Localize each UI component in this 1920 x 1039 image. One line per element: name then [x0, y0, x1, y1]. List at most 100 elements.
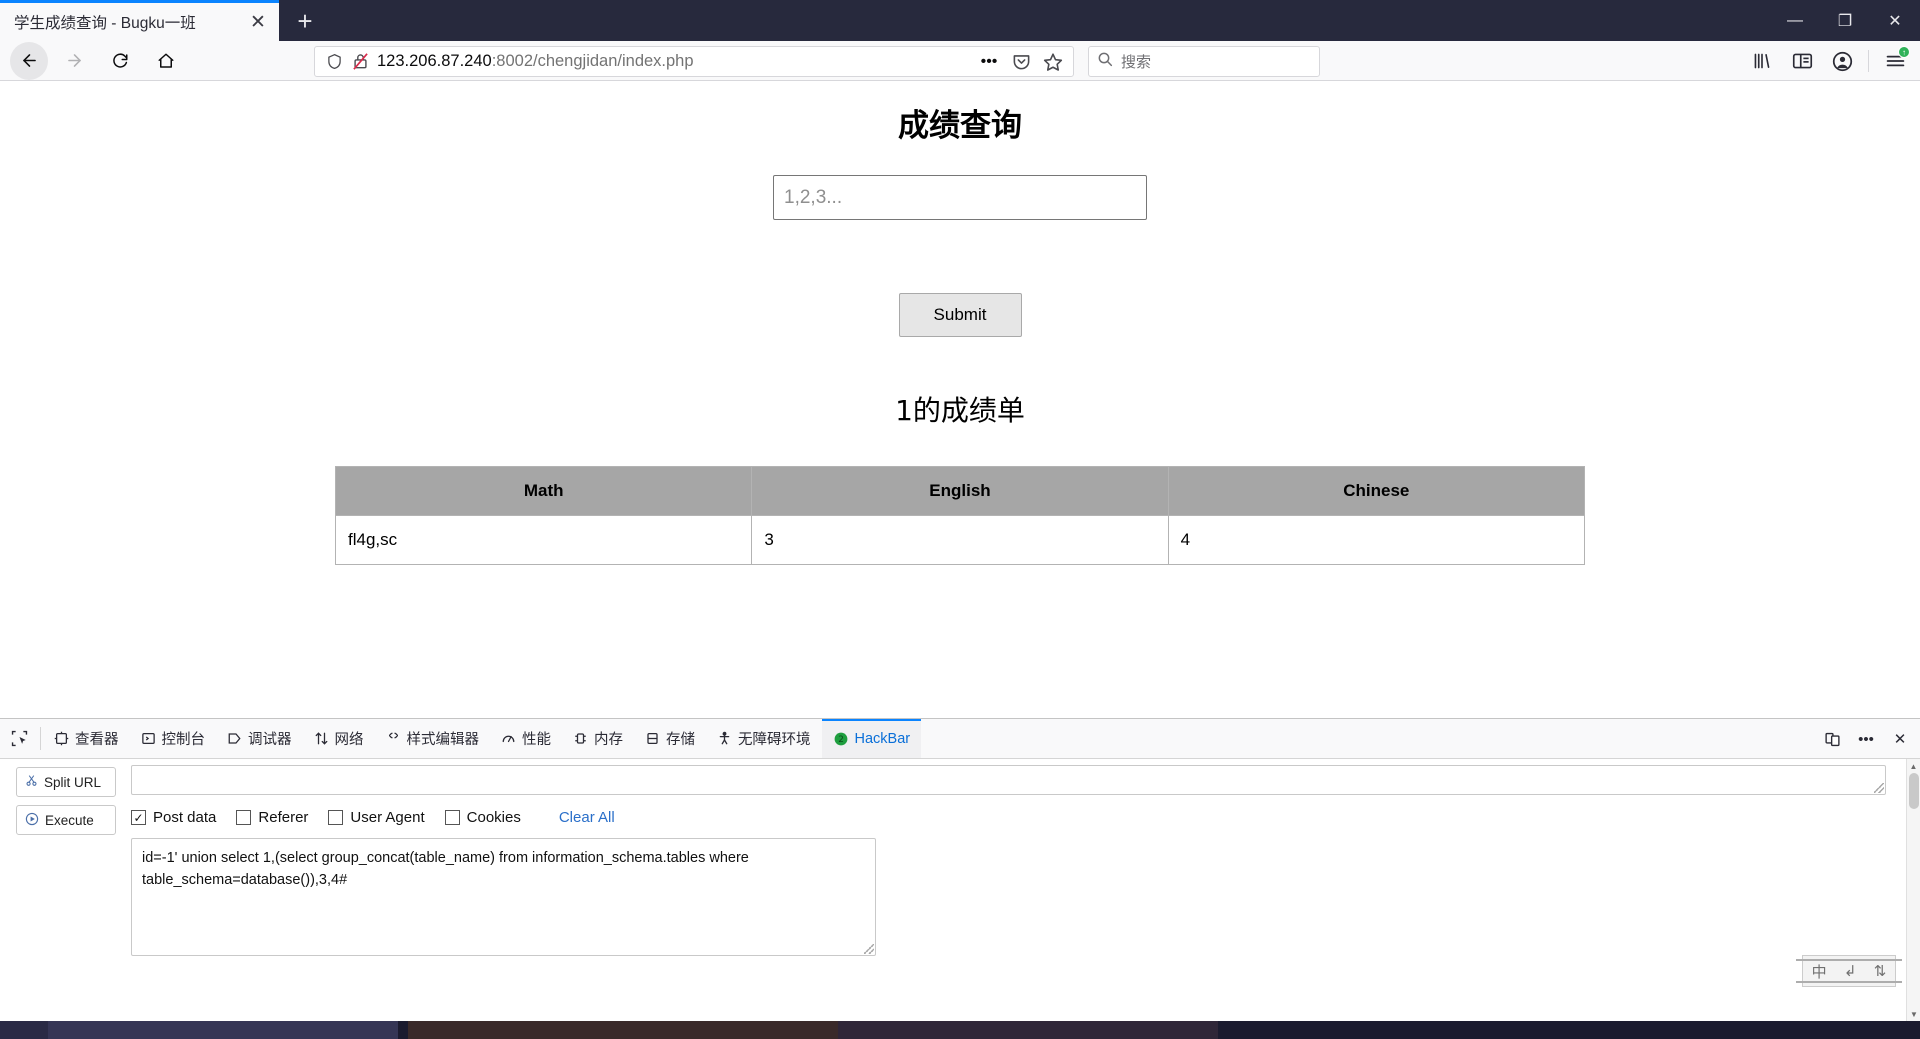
url-bar[interactable]: 123.206.87.240:8002/chengjidan/index.php…	[314, 46, 1074, 77]
student-id-input[interactable]	[773, 175, 1147, 220]
responsive-design-mode-icon[interactable]	[1816, 724, 1848, 754]
sidebar-icon[interactable]	[1783, 44, 1821, 78]
split-url-label: Split URL	[44, 774, 102, 790]
option-user-agent[interactable]: User Agent	[328, 809, 425, 826]
hackbar-url-input[interactable]	[131, 765, 1886, 795]
resize-handle[interactable]	[1874, 783, 1884, 793]
library-icon[interactable]	[1743, 44, 1781, 78]
tab-memory[interactable]: 内存	[562, 719, 634, 758]
toolbar-divider	[40, 727, 41, 750]
taskbar	[0, 1021, 1920, 1039]
reload-button[interactable]	[100, 43, 140, 79]
cell-math: fl4g,sc	[334, 515, 753, 565]
new-tab-button[interactable]: +	[288, 6, 322, 36]
tab-debugger[interactable]: 调试器	[216, 719, 303, 758]
option-referer[interactable]: Referer	[236, 809, 308, 826]
resize-handle[interactable]	[864, 944, 874, 954]
taskbar-item[interactable]	[48, 1021, 398, 1039]
ime-mode-label[interactable]: 中	[1812, 961, 1827, 982]
inspector-icon	[54, 731, 69, 746]
taskbar-item[interactable]	[838, 1021, 1218, 1039]
tab-label: 性能	[522, 732, 551, 748]
post-data-checkbox[interactable]: ✓	[131, 810, 146, 825]
memory-icon	[573, 731, 588, 746]
account-icon[interactable]	[1823, 44, 1861, 78]
maximize-button[interactable]: ❐	[1820, 0, 1870, 41]
option-cookies[interactable]: Cookies	[444, 809, 521, 826]
hackbar-options: ✓ Post data Referer User Agent Cookies C…	[131, 809, 1886, 826]
scrollbar-thumb[interactable]	[1909, 773, 1919, 809]
option-label: Cookies	[466, 809, 521, 826]
devtools-panel: 查看器 控制台 调试器 网络 样式编辑器 性能 内存 存储 无障碍环境 2 Ha…	[0, 718, 1920, 1021]
browser-tab[interactable]: 学生成绩查询 - Bugku一班 ✕	[0, 0, 279, 41]
option-label: Post data	[153, 809, 217, 826]
hamburger-menu-icon[interactable]: ↑	[1876, 44, 1914, 78]
tab-inspector[interactable]: 查看器	[43, 719, 130, 758]
ime-shape-icon[interactable]: ↲	[1844, 962, 1857, 980]
scroll-down-arrow[interactable]: ▼	[1907, 1007, 1920, 1021]
hackbar-main: ✓ Post data Referer User Agent Cookies C…	[131, 759, 1920, 1021]
devtools-more-icon[interactable]: •••	[1850, 724, 1882, 754]
home-button[interactable]	[146, 43, 186, 79]
submit-button[interactable]: Submit	[898, 293, 1022, 337]
browser-tab-bar: 学生成绩查询 - Bugku一班 ✕ + — ❐ ✕	[0, 0, 1920, 41]
post-data-textarea[interactable]: id=-1' union select 1,(select group_conc…	[131, 838, 876, 956]
tab-network[interactable]: 网络	[303, 719, 375, 758]
storage-icon	[645, 731, 660, 746]
devtools-scrollbar[interactable]: ▲ ▼	[1906, 759, 1920, 1021]
bookmark-star-icon[interactable]	[1039, 49, 1067, 75]
column-header-math: Math	[334, 466, 753, 516]
tab-style-editor[interactable]: 样式编辑器	[375, 719, 491, 758]
execute-label: Execute	[45, 812, 94, 828]
close-window-button[interactable]: ✕	[1870, 0, 1920, 41]
ime-punctuation-icon[interactable]: ⇅	[1874, 962, 1887, 980]
scissors-icon	[25, 774, 38, 790]
option-post-data[interactable]: ✓ Post data	[131, 809, 216, 826]
user-agent-checkbox[interactable]	[328, 810, 344, 825]
execute-button[interactable]: Execute	[16, 805, 116, 835]
update-badge: ↑	[1898, 46, 1910, 58]
scroll-up-arrow[interactable]: ▲	[1907, 759, 1920, 773]
shield-icon[interactable]	[321, 53, 347, 70]
pocket-icon[interactable]	[1007, 49, 1035, 75]
forward-button[interactable]	[54, 43, 94, 79]
clear-all-link[interactable]: Clear All	[559, 809, 615, 826]
tab-accessibility[interactable]: 无障碍环境	[706, 719, 822, 758]
tab-close-icon[interactable]: ✕	[245, 9, 271, 35]
taskbar-start[interactable]	[0, 1021, 48, 1039]
column-header-chinese: Chinese	[1167, 466, 1586, 516]
style-editor-icon	[386, 731, 401, 746]
url-text[interactable]: 123.206.87.240:8002/chengjidan/index.php	[373, 52, 975, 71]
crossed-lock-icon[interactable]	[347, 52, 373, 71]
tab-title: 学生成绩查询 - Bugku一班	[14, 15, 196, 32]
result-title: 1的成绩单	[895, 394, 1025, 427]
taskbar-item[interactable]	[408, 1021, 838, 1039]
tab-hackbar[interactable]: 2 HackBar	[821, 719, 922, 758]
tab-storage[interactable]: 存储	[634, 719, 706, 758]
page-actions-more-icon[interactable]: •••	[975, 49, 1003, 75]
search-bar[interactable]: 搜索	[1088, 46, 1320, 77]
hackbar-buttons: Split URL Execute	[0, 759, 131, 1021]
cell-chinese: 4	[1167, 515, 1586, 565]
submit-row: Submit	[0, 293, 1920, 337]
network-icon	[314, 731, 329, 746]
svg-text:2: 2	[838, 735, 844, 745]
devtools-toolbar-right: ••• ✕	[1816, 719, 1916, 759]
cookies-checkbox[interactable]	[444, 810, 460, 825]
split-url-button[interactable]: Split URL	[16, 767, 116, 797]
element-picker-icon[interactable]	[0, 719, 38, 758]
tab-label: HackBar	[854, 730, 911, 747]
tab-label: 存储	[666, 732, 695, 748]
tab-console[interactable]: 控制台	[130, 719, 217, 758]
tab-performance[interactable]: 性能	[490, 719, 562, 758]
minimize-button[interactable]: —	[1770, 0, 1820, 41]
referer-checkbox[interactable]	[236, 810, 252, 825]
tab-label: 内存	[594, 732, 623, 748]
page-title: 成绩查询	[898, 108, 1022, 144]
url-path: :8002/chengjidan/index.php	[491, 52, 694, 70]
ime-floating-bar[interactable]: 中 ↲ ⇅	[1796, 955, 1902, 987]
back-button[interactable]	[10, 41, 48, 80]
devtools-close-icon[interactable]: ✕	[1884, 724, 1916, 754]
tab-label: 无障碍环境	[738, 732, 811, 748]
search-input[interactable]: 搜索	[1121, 51, 1151, 72]
